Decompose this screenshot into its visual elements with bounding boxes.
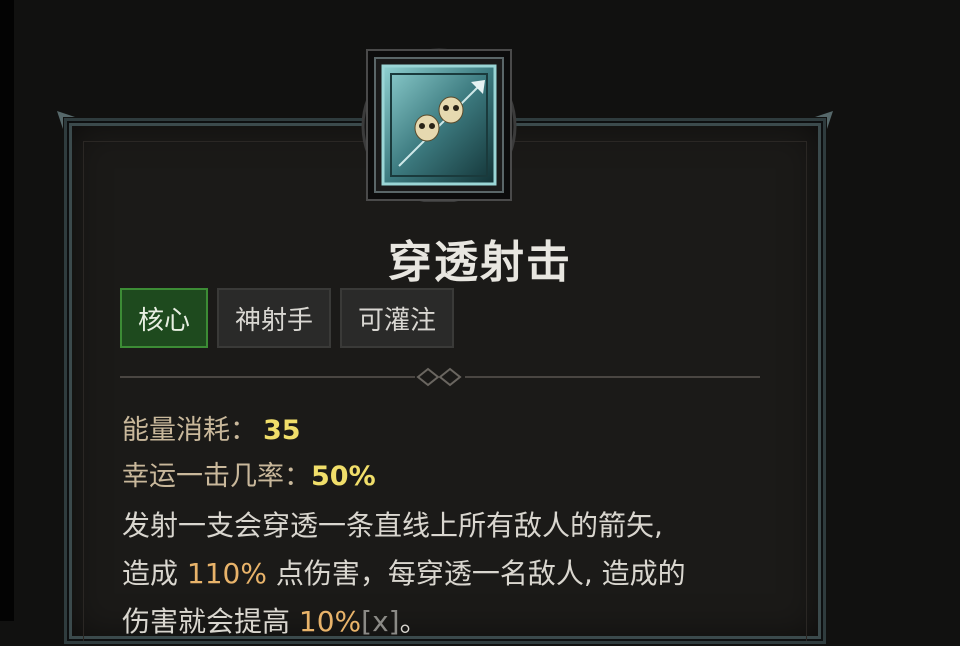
description-text: 。 <box>399 605 428 638</box>
description-text: 点伤害，每穿透一名敌人, 造成的 <box>266 557 686 590</box>
tag-imbueable: 可灌注 <box>340 288 455 348</box>
frame-corner-spike-icon <box>57 111 75 129</box>
energy-cost-value: 35 <box>263 415 301 446</box>
frame-corner-spike-icon <box>815 111 833 129</box>
description-text: 造成 <box>122 557 187 590</box>
lucky-hit-stat: 幸运一击几率：50% <box>122 454 376 493</box>
lucky-hit-label: 幸运一击几率： <box>122 461 311 492</box>
energy-cost-label: 能量消耗： <box>122 415 257 446</box>
bonus-value: 10% <box>298 605 362 638</box>
skill-tag-list: 核心 神射手 可灌注 <box>120 288 455 348</box>
damage-value: 110% <box>186 557 267 590</box>
description-line-1: 发射一支会穿透一条直线上所有敌人的箭矢, <box>122 509 663 542</box>
description-text: 伤害就会提高 <box>122 605 299 638</box>
section-divider <box>120 367 760 387</box>
energy-cost-stat: 能量消耗： 35 <box>122 408 301 447</box>
screen-edge-shadow <box>0 0 14 621</box>
scaling-marker: [x] <box>361 605 400 638</box>
description-line-3: 伤害就会提高 10%[x]。 <box>122 598 782 646</box>
skill-title: 穿透射击 <box>388 237 572 288</box>
tag-marksman: 神射手 <box>217 288 332 348</box>
skill-description: 发射一支会穿透一条直线上所有敌人的箭矢, 造成 110% 点伤害，每穿透一名敌人… <box>122 502 782 646</box>
lucky-hit-value: 50% <box>311 461 376 492</box>
tag-core: 核心 <box>120 288 209 348</box>
piercing-shot-skull-arrow-icon <box>361 48 517 202</box>
description-line-2: 造成 110% 点伤害，每穿透一名敌人, 造成的 <box>122 550 782 598</box>
